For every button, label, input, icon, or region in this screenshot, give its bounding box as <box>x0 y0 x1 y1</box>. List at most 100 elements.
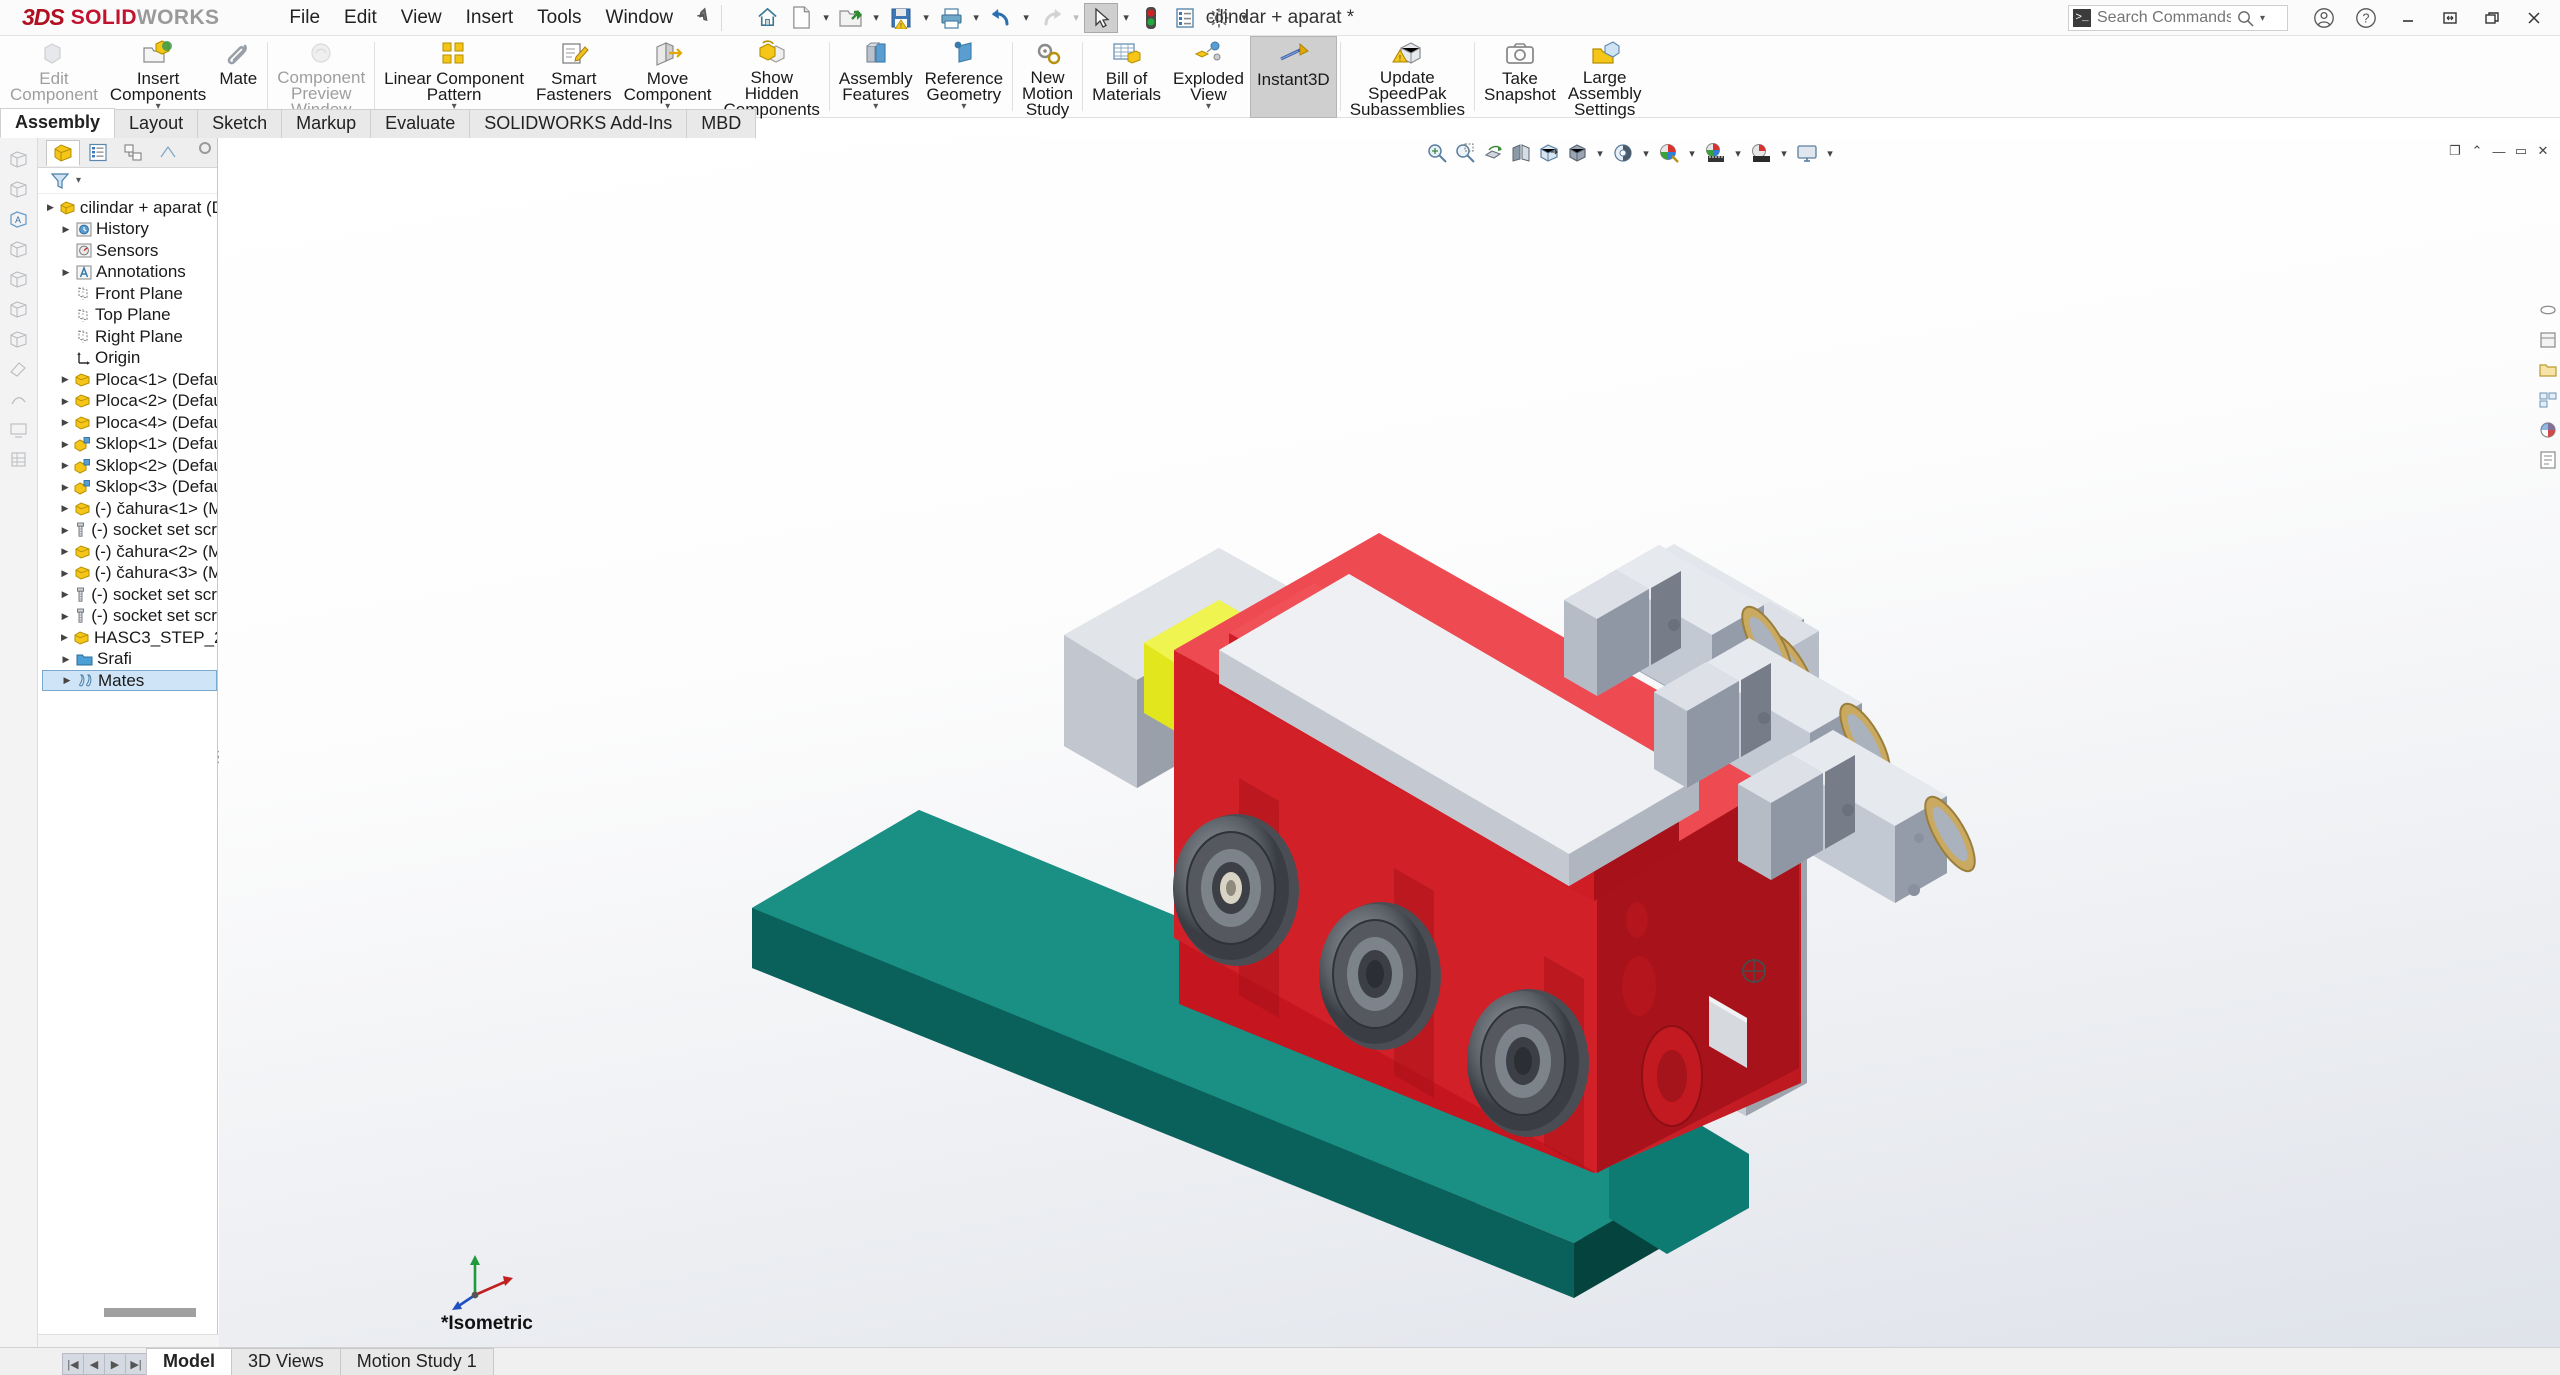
options-dropdown-icon[interactable]: ▾ <box>1236 11 1252 24</box>
ribbon-button-assembly-features[interactable]: Assembly Features ▾ <box>833 36 919 118</box>
tree-node[interactable]: ▶ HASC3_STEP_2019- <box>42 627 217 649</box>
search-input[interactable] <box>2097 9 2231 27</box>
restore-button[interactable] <box>2430 3 2470 33</box>
document-tab-motion-study-1[interactable]: Motion Study 1 <box>339 1348 494 1375</box>
panel-pin-icon[interactable] <box>199 142 211 154</box>
menu-edit[interactable]: Edit <box>332 3 389 33</box>
file-properties-icon[interactable] <box>1168 3 1202 33</box>
ribbon-button-linear-component-pattern[interactable]: Linear Component Pattern ▾ <box>378 36 530 118</box>
tree-node[interactable]: Sensors <box>42 240 217 262</box>
ribbon-dropdown-icon[interactable]: ▾ <box>961 102 966 112</box>
ribbon-button-large-assembly-settings[interactable]: Large Assembly Settings <box>1562 36 1648 118</box>
custom-properties-icon[interactable] <box>2538 450 2558 470</box>
solidworks-resources-icon[interactable] <box>2538 300 2558 320</box>
command-tab-mbd[interactable]: MBD <box>686 109 757 138</box>
tree-twisty-icon[interactable]: ▶ <box>60 482 70 493</box>
menu-window[interactable]: Window <box>594 3 686 33</box>
tree-node[interactable]: ▶ Ploca<2> (Default) <box>42 391 217 413</box>
tree-twisty-icon[interactable]: ▶ <box>60 568 70 579</box>
tree-node[interactable]: Right Plane <box>42 326 217 348</box>
tree-twisty-icon[interactable]: ▶ <box>60 460 70 471</box>
display-tool-icon[interactable] <box>6 416 32 442</box>
command-tab-solidworks-add-ins[interactable]: SOLIDWORKS Add-Ins <box>469 109 688 138</box>
view-palette-icon[interactable] <box>2538 390 2558 410</box>
new-document-dropdown-icon[interactable]: ▾ <box>818 11 834 24</box>
tree-twisty-icon[interactable]: ▶ <box>60 224 72 235</box>
tree-twisty-icon[interactable]: ▶ <box>60 417 70 428</box>
ribbon-button-bill-of-materials[interactable]: Bill of Materials <box>1086 36 1167 118</box>
tree-node[interactable]: ▶ Annotations <box>42 262 217 284</box>
document-tab-model[interactable]: Model <box>146 1348 232 1375</box>
ribbon-dropdown-icon[interactable]: ▾ <box>1206 102 1211 112</box>
tree-node[interactable]: Front Plane <box>42 283 217 305</box>
tree-twisty-icon[interactable]: ▶ <box>60 546 70 557</box>
configuration-manager-tab[interactable] <box>116 140 150 166</box>
rebuild-traffic-light-icon[interactable] <box>1134 3 1168 33</box>
tree-node[interactable]: Origin <box>42 348 217 370</box>
tree-node[interactable]: ▶ (-) čahura<3> (MX 1 <box>42 563 217 585</box>
measure-tool-icon[interactable] <box>6 356 32 382</box>
ribbon-button-insert-components[interactable]: Insert Components ▾ <box>104 36 212 118</box>
tab-nav-last[interactable]: ▶| <box>125 1353 147 1375</box>
tree-twisty-icon[interactable]: ▶ <box>60 396 70 407</box>
home-icon[interactable] <box>750 3 784 33</box>
section-tool-icon[interactable] <box>6 386 32 412</box>
filter-dropdown-icon[interactable]: ▾ <box>76 175 81 186</box>
tree-twisty-icon[interactable]: ▶ <box>61 675 73 686</box>
search-dropdown-icon[interactable]: ▾ <box>2260 13 2265 24</box>
tree-twisty-icon[interactable]: ▶ <box>60 439 70 450</box>
menu-tools[interactable]: Tools <box>525 3 593 33</box>
select-dropdown-icon[interactable]: ▾ <box>1118 11 1134 24</box>
graphics-viewport[interactable]: ▾ ▾ ▾ ▾ ▾ ▾ ❐ ⌃ — ▭ ✕ *Isometric <box>219 138 2560 1347</box>
box-tool-icon-5[interactable] <box>6 266 32 292</box>
ribbon-button-show-hidden-components[interactable]: Show Hidden Components <box>718 36 826 118</box>
box-tool-icon-1[interactable] <box>6 146 32 172</box>
gfx-minimize-button[interactable]: — <box>2488 140 2510 162</box>
minimize-button[interactable] <box>2388 3 2428 33</box>
redo-icon[interactable] <box>1034 3 1068 33</box>
edit-appearance-icon[interactable] <box>1656 140 1682 166</box>
filter-icon[interactable] <box>50 171 72 191</box>
command-tab-layout[interactable]: Layout <box>114 109 199 138</box>
edit-appearance-dropdown-icon[interactable]: ▾ <box>1684 147 1700 160</box>
tree-node[interactable]: ▶ Sklop<2> (Default) <box>42 455 217 477</box>
undo-icon[interactable] <box>984 3 1018 33</box>
ribbon-dropdown-icon[interactable]: ▾ <box>873 102 878 112</box>
tree-node[interactable]: Top Plane <box>42 305 217 327</box>
search-commands-box[interactable]: >_ ▾ <box>2068 5 2288 31</box>
undo-dropdown-icon[interactable]: ▾ <box>1018 11 1034 24</box>
select-arrow-icon[interactable] <box>1084 2 1119 33</box>
search-icon[interactable] <box>2237 10 2254 27</box>
box-tool-icon-3[interactable]: A <box>6 206 32 232</box>
tree-node[interactable]: ▶ (-) čahura<1> (MX1 <box>42 498 217 520</box>
tree-twisty-icon[interactable]: ▶ <box>60 632 69 643</box>
tree-node[interactable]: ▶ (-) socket set screw <box>42 606 217 628</box>
tree-node[interactable]: ▶ (-) socket set screw <box>42 520 217 542</box>
save-dropdown-icon[interactable]: ▾ <box>918 11 934 24</box>
display-style-dropdown-icon[interactable]: ▾ <box>1592 147 1608 160</box>
command-tab-markup[interactable]: Markup <box>281 109 372 138</box>
panel-hscroll-thumb[interactable] <box>104 1308 196 1317</box>
tree-node[interactable]: ▶ History <box>42 219 217 241</box>
assembly-model-render[interactable] <box>219 138 2560 1347</box>
command-tab-assembly[interactable]: Assembly <box>0 108 116 138</box>
menu-view[interactable]: View <box>389 3 454 33</box>
tree-twisty-icon[interactable]: ▶ <box>60 267 72 278</box>
user-account-icon[interactable] <box>2304 3 2344 33</box>
pushpin-icon[interactable] <box>688 3 717 33</box>
view-orientation-icon[interactable] <box>1536 140 1562 166</box>
tab-nav-next[interactable]: ▶ <box>104 1353 126 1375</box>
help-icon[interactable]: ? <box>2346 3 2386 33</box>
ribbon-button-reference-geometry[interactable]: Reference Geometry ▾ <box>919 36 1009 118</box>
menu-insert[interactable]: Insert <box>454 3 526 33</box>
hide-show-items-dropdown-icon[interactable]: ▾ <box>1638 147 1654 160</box>
tree-node[interactable]: ▶ Sklop<1> (Default) <box>42 434 217 456</box>
ribbon-button-update-speedpak[interactable]: ! Update SpeedPak Subassemblies <box>1344 36 1471 118</box>
tab-nav-prev[interactable]: ◀ <box>83 1353 105 1375</box>
tree-node[interactable]: ▶ cilindar + aparat (Default <box>42 197 217 219</box>
print-icon[interactable] <box>934 3 968 33</box>
tree-node[interactable]: ▶ Sklop<3> (Default) <box>42 477 217 499</box>
property-manager-tab[interactable] <box>81 140 115 166</box>
tree-node[interactable]: ▶ Mates <box>42 670 217 691</box>
dimxpert-manager-tab[interactable] <box>151 140 185 166</box>
